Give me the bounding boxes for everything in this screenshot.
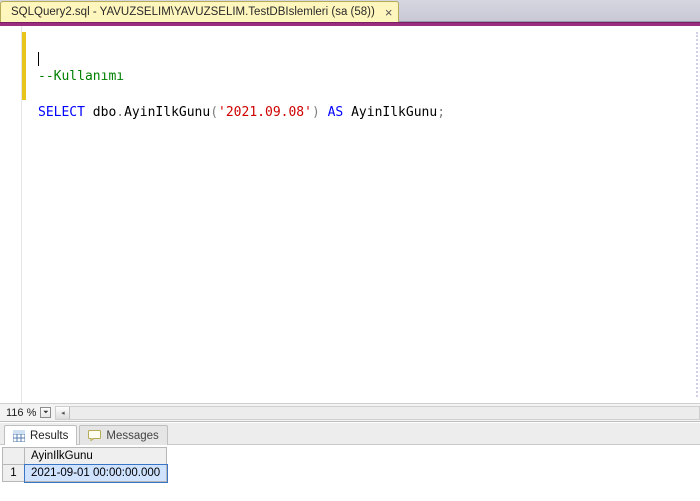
tab-messages[interactable]: Messages [79,425,167,445]
code-keyword-as: AS [320,105,343,120]
horizontal-scrollbar[interactable]: ◂ [55,406,700,420]
messages-icon [88,430,101,441]
result-cell[interactable]: 2021-09-01 00:00:00.000 [25,465,167,482]
code-string: '2021.09.08' [218,105,312,120]
grid-icon [13,430,25,442]
editor-surface[interactable]: --Kullanımı SELECT dbo.AyinIlkGunu('2021… [0,26,700,403]
row-header-corner[interactable] [3,448,25,465]
document-tab-active[interactable]: SQLQuery2.sql - YAVUZSELIM\YAVUZSELIM.Te… [0,1,399,22]
code-punct: ( [210,105,218,120]
code-area[interactable]: --Kullanımı SELECT dbo.AyinIlkGunu('2021… [26,26,700,403]
code-text: AyinIlkGunu [124,105,210,120]
code-text: dbo [85,105,116,120]
editor-pane: --Kullanımı SELECT dbo.AyinIlkGunu('2021… [0,26,700,422]
editor-status-row: 116 % ⏷ ◂ [0,403,700,421]
tab-results[interactable]: Results [4,425,77,445]
results-pane: Results Messages AyinIlkGunu 1 2021-09-0… [0,422,700,501]
scroll-left-button[interactable]: ◂ [56,407,70,419]
code-punct: ; [437,105,445,120]
tab-results-label: Results [30,430,68,442]
code-keyword-select: SELECT [38,105,85,120]
code-punct: ) [312,105,320,120]
close-icon[interactable]: × [385,6,393,19]
document-tabstrip: SQLQuery2.sql - YAVUZSELIM\YAVUZSELIM.Te… [0,0,700,22]
results-tabstrip: Results Messages [0,423,700,445]
results-grid-area[interactable]: AyinIlkGunu 1 2021-09-01 00:00:00.000 [0,445,700,501]
column-header[interactable]: AyinIlkGunu [25,448,167,465]
editor-gutter [0,26,22,403]
right-margin-guide [696,32,698,397]
table-header-row: AyinIlkGunu [3,448,167,465]
window-root: SQLQuery2.sql - YAVUZSELIM\YAVUZSELIM.Te… [0,0,700,501]
results-grid[interactable]: AyinIlkGunu 1 2021-09-01 00:00:00.000 [2,447,167,482]
row-number[interactable]: 1 [3,465,25,482]
tab-messages-label: Messages [106,430,158,442]
table-row[interactable]: 1 2021-09-01 00:00:00.000 [3,465,167,482]
code-comment: --Kullanımı [38,69,124,84]
code-text: AyinIlkGunu [343,105,437,120]
zoom-dropdown[interactable]: ⏷ [40,407,51,418]
text-caret [38,52,39,66]
document-tab-title: SQLQuery2.sql - YAVUZSELIM\YAVUZSELIM.Te… [11,6,375,18]
zoom-value: 116 % [0,407,40,419]
code-punct: . [116,105,124,120]
